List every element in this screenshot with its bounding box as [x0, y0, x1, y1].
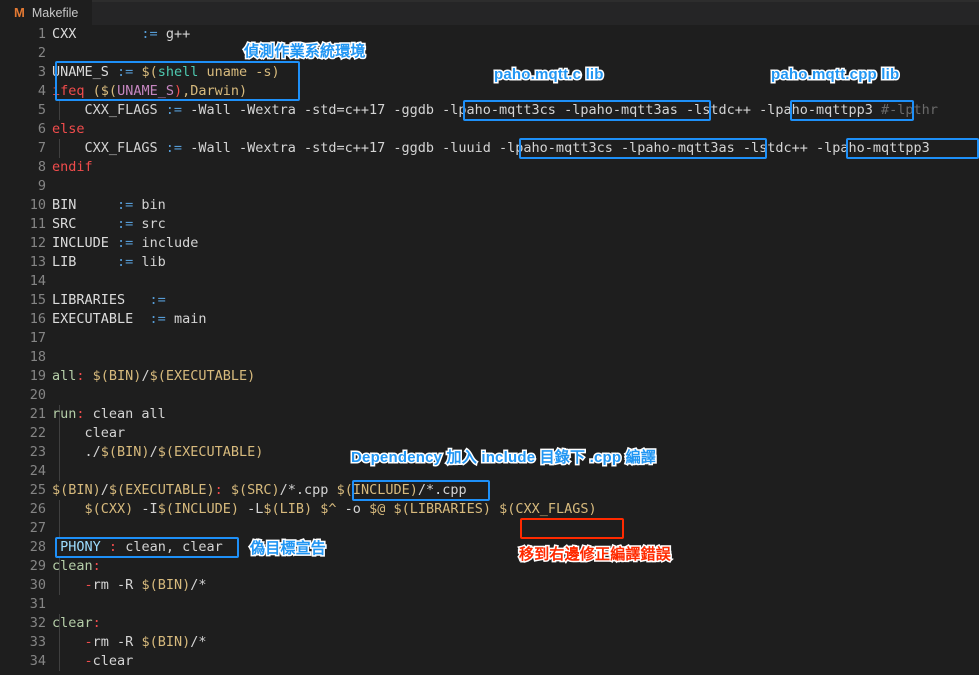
code-line[interactable]: CXX_FLAGS := -Wall -Wextra -std=c++17 -g… [52, 101, 938, 120]
anno-dependency: Dependency 加入 include 目錄下 .cpp 編譯 [350, 448, 658, 468]
tab-makefile[interactable]: M Makefile [0, 0, 93, 25]
line-number: 24 [29, 463, 46, 479]
line-number: 27 [29, 520, 46, 536]
code-editor[interactable]: 1 2 3 4 5 6 7 8 9 10 11 12 13 14 15 16 17 18 19 20 21 22 23 24 2… [0, 25, 979, 675]
makefile-icon: M [14, 5, 25, 20]
code-line[interactable]: all: $(BIN)/$(EXECUTABLE) [52, 367, 255, 386]
code-line[interactable]: CXX_FLAGS := -Wall -Wextra -std=c++17 -g… [52, 139, 930, 158]
line-number: 22 [29, 425, 46, 441]
line-number: 19 [29, 368, 46, 384]
code-line[interactable]: clear [52, 424, 126, 443]
line-number: 10 [29, 197, 46, 213]
line-number: 13 [29, 254, 46, 270]
code-line[interactable]: clear: [52, 614, 101, 633]
line-number: 21 [29, 406, 46, 422]
line-number: 3 [37, 64, 46, 80]
line-number: 32 [29, 615, 46, 631]
code-line[interactable]: UNAME_S := $(shell uname -s) [52, 63, 280, 82]
code-line[interactable]: .PHONY : clean, clear [52, 538, 223, 557]
code-line[interactable]: CXX := g++ [52, 25, 190, 44]
line-number: 34 [29, 653, 46, 669]
line-number: 20 [29, 387, 46, 403]
anno-os-detect: 偵測作業系統環境 [243, 42, 367, 62]
line-number: 17 [29, 330, 46, 346]
line-number: 8 [37, 159, 46, 175]
line-number: 26 [29, 501, 46, 517]
line-number: 28 [29, 539, 46, 555]
line-number: 23 [29, 444, 46, 460]
code-line[interactable]: SRC := src [52, 215, 166, 234]
code-line[interactable]: $(BIN)/$(EXECUTABLE): $(SRC)/*.cpp $(INC… [52, 481, 467, 500]
code-line[interactable]: run: clean all [52, 405, 166, 424]
code-line[interactable]: BIN := bin [52, 196, 166, 215]
code-line[interactable]: INCLUDE := include [52, 234, 198, 253]
code-line[interactable]: -rm -R $(BIN)/* [52, 576, 207, 595]
line-number: 31 [29, 596, 46, 612]
code-line[interactable]: ifeq ($(UNAME_S),Darwin) [52, 82, 247, 101]
code-line[interactable]: endif [52, 158, 93, 177]
code-line[interactable]: else [52, 120, 85, 139]
anno-move-right: 移到右邊修正編譯錯誤 [517, 545, 672, 565]
line-number: 1 [37, 26, 46, 42]
line-number: 15 [29, 292, 46, 308]
code-line[interactable]: EXECUTABLE := main [52, 310, 206, 329]
line-number: 4 [37, 83, 46, 99]
code-line[interactable]: clean: [52, 557, 101, 576]
tab-bar-top-strip [0, 0, 979, 2]
code-line[interactable]: -rm -R $(BIN)/* [52, 633, 207, 652]
anno-paho-cpp: paho.mqtt.cpp lib [769, 65, 900, 85]
editor-tab-bar: M Makefile [0, 0, 979, 25]
line-number: 33 [29, 634, 46, 650]
line-number: 30 [29, 577, 46, 593]
line-number: 11 [29, 216, 46, 232]
line-number: 16 [29, 311, 46, 327]
anno-paho-c: paho.mqtt.c lib [493, 65, 605, 85]
line-number: 25 [29, 482, 46, 498]
line-number: 12 [29, 235, 46, 251]
line-number-gutter: 1 2 3 4 5 6 7 8 9 10 11 12 13 14 15 16 17 18 19 20 21 22 23 24 2… [0, 25, 52, 675]
line-number: 18 [29, 349, 46, 365]
code-line[interactable]: LIB := lib [52, 253, 166, 272]
line-number: 9 [37, 178, 46, 194]
tab-label: Makefile [31, 5, 79, 20]
anno-phony: 偽目標宣告 [248, 539, 327, 559]
line-number: 6 [37, 121, 46, 137]
code-content-area[interactable]: CXX := g++ UNAME_S := $(shell uname -s) … [52, 25, 979, 675]
line-number: 7 [37, 140, 46, 156]
code-line[interactable]: ./$(BIN)/$(EXECUTABLE) [52, 443, 264, 462]
line-number: 2 [37, 45, 46, 61]
code-line[interactable]: -clear [52, 652, 134, 671]
line-number: 5 [37, 102, 46, 118]
code-line[interactable]: $(CXX) -I$(INCLUDE) -L$(LIB) $^ -o $@ $(… [52, 500, 597, 519]
code-line[interactable]: LIBRARIES := [52, 291, 166, 310]
line-number: 14 [29, 273, 46, 289]
line-number: 29 [29, 558, 46, 574]
